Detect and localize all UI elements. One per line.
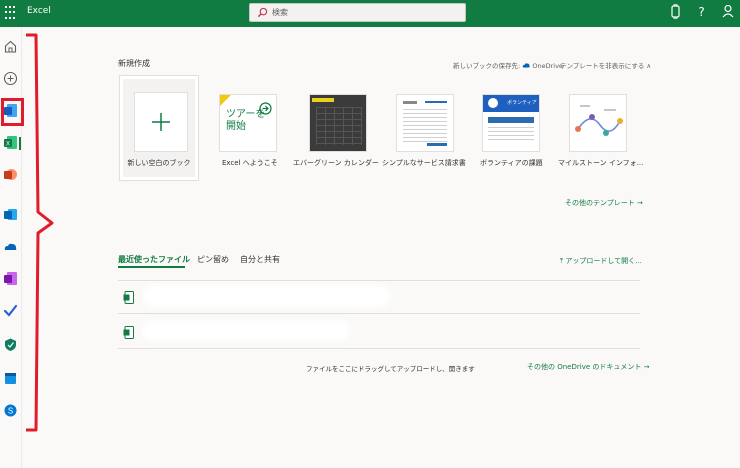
milestone-graphic: [575, 105, 623, 136]
tab-recent[interactable]: 最近使ったファイル: [118, 254, 190, 265]
active-indicator: [19, 137, 21, 150]
onenote-icon[interactable]: [3, 271, 18, 286]
redacted-filename: [146, 289, 386, 303]
template-label: Excel へようこそ: [222, 159, 278, 167]
outlook-icon[interactable]: [3, 207, 18, 222]
calendar-icon[interactable]: [3, 371, 18, 386]
file-row[interactable]: [118, 283, 640, 311]
home-icon[interactable]: [3, 39, 18, 54]
file-row[interactable]: [118, 318, 640, 346]
left-rail: X S: [0, 27, 22, 468]
onedrive-icon[interactable]: [3, 239, 18, 254]
svg-text:X: X: [6, 142, 10, 148]
template-evergreen-calendar[interactable]: [310, 95, 366, 151]
tab-shared[interactable]: 自分と共有: [240, 254, 280, 265]
logo-icon: [488, 98, 498, 108]
divider: [118, 313, 640, 314]
top-bar: Excel 検索 ?: [0, 0, 740, 27]
create-icon[interactable]: [3, 71, 18, 86]
redacted-filename: [146, 324, 346, 338]
template-milestone[interactable]: [570, 95, 626, 151]
template-label: シンプルなサービス請求書: [382, 159, 466, 167]
save-location: OneDrive: [532, 62, 563, 70]
template-label: マイルストーン インフォ...: [558, 159, 644, 167]
more-templates-link[interactable]: その他のテンプレート →: [565, 198, 643, 208]
annotation-highlight-box: [1, 98, 24, 126]
search-icon: [257, 7, 268, 18]
calendar-grid: [316, 107, 362, 145]
onedrive-small-icon: [522, 63, 530, 68]
template-blank-workbook[interactable]: 新しい空白のブック: [120, 76, 198, 180]
template-label: エバーグリーン カレンダー: [293, 159, 379, 167]
template-label: ボランティアの課題: [480, 159, 543, 167]
todo-icon[interactable]: [3, 303, 18, 318]
save-location-link[interactable]: 新しいブックの保存先: OneDrive: [453, 60, 563, 70]
save-location-prefix: 新しいブックの保存先:: [453, 62, 521, 70]
active-tab-indicator: [118, 266, 185, 268]
drop-hint: ファイルをここにドラッグしてアップロードし、開きます: [306, 365, 475, 373]
new-badge: [220, 95, 231, 106]
svg-text:S: S: [8, 407, 13, 416]
more-onedrive-docs-link[interactable]: その他の OneDrive のドキュメント →: [527, 362, 649, 372]
powerpoint-icon[interactable]: [3, 167, 18, 182]
excel-file-icon: [123, 326, 134, 339]
excel-icon[interactable]: X: [3, 135, 18, 150]
template-label: 新しい空白のブック: [127, 159, 191, 167]
skype-icon[interactable]: S: [3, 403, 18, 418]
divider: [118, 280, 640, 281]
search-placeholder: 検索: [272, 8, 288, 17]
upload-open-link[interactable]: ⤒ アップロードして開く...: [560, 256, 642, 266]
plus-icon: [152, 113, 170, 131]
template-service-invoice[interactable]: [397, 95, 453, 151]
divider: [118, 348, 640, 349]
app-name[interactable]: Excel: [27, 6, 51, 16]
tab-pinned[interactable]: ピン留め: [197, 254, 229, 265]
search-box[interactable]: 検索: [249, 3, 466, 22]
app-launcher-icon[interactable]: [5, 6, 19, 20]
new-section-title: 新規作成: [118, 59, 150, 68]
defender-icon[interactable]: [3, 337, 18, 352]
template-excel-welcome[interactable]: ツアーを 開始: [220, 95, 276, 151]
help-icon[interactable]: ?: [695, 4, 708, 21]
template-volunteer[interactable]: ボランティア: [483, 95, 539, 151]
excel-file-icon: [123, 291, 134, 304]
account-icon[interactable]: [721, 4, 734, 21]
hide-templates-link[interactable]: テンプレートを非表示にする ∧: [560, 60, 651, 70]
blank-workbook-thumbnail: [135, 93, 187, 151]
notification-icon[interactable]: [669, 4, 682, 21]
arrow-circle-icon: [259, 102, 272, 115]
